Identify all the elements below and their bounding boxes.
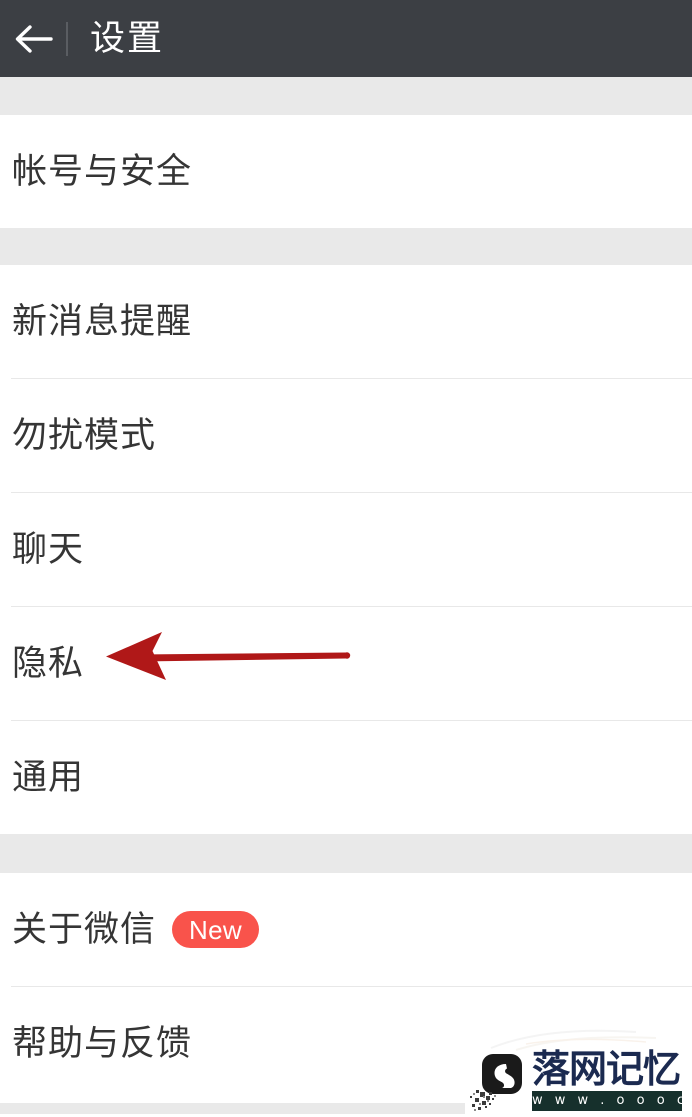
section-gap-3 <box>0 834 692 873</box>
settings-row-general[interactable]: 通用 <box>0 721 692 834</box>
section-gap-1 <box>0 77 692 115</box>
page-title: 设置 <box>90 19 165 58</box>
settings-group-about: 关于微信 New 帮助与反馈 <box>0 873 692 1100</box>
settings-row-help-feedback[interactable]: 帮助与反馈 <box>0 987 692 1100</box>
settings-row-chat[interactable]: 聊天 <box>0 493 692 606</box>
back-button[interactable] <box>0 0 66 77</box>
settings-group-notifications: 新消息提醒 勿扰模式 聊天 隐私 通用 <box>0 265 692 834</box>
settings-row-label: 帮助与反馈 <box>12 1024 193 1063</box>
app-header: 设置 <box>0 0 692 77</box>
settings-row-label: 隐私 <box>12 644 85 683</box>
settings-row-label: 通用 <box>12 758 85 797</box>
settings-group-account: 帐号与安全 <box>0 115 692 228</box>
settings-row-do-not-disturb[interactable]: 勿扰模式 <box>0 379 692 492</box>
settings-row-account-security[interactable]: 帐号与安全 <box>0 115 692 228</box>
back-arrow-icon <box>13 23 53 55</box>
new-badge: New <box>172 911 259 948</box>
settings-row-privacy[interactable]: 隐私 <box>0 607 692 720</box>
settings-row-label: 新消息提醒 <box>12 302 193 341</box>
settings-row-label: 勿扰模式 <box>12 416 157 455</box>
settings-row-label: 聊天 <box>12 530 85 569</box>
settings-row-new-message-alerts[interactable]: 新消息提醒 <box>0 265 692 378</box>
settings-row-label: 关于微信 <box>12 910 157 949</box>
section-gap-2 <box>0 228 692 265</box>
settings-row-about-wechat[interactable]: 关于微信 New <box>0 873 692 986</box>
header-divider <box>66 21 68 56</box>
settings-row-label: 帐号与安全 <box>12 152 193 191</box>
bottom-gray-strip <box>0 1103 465 1114</box>
